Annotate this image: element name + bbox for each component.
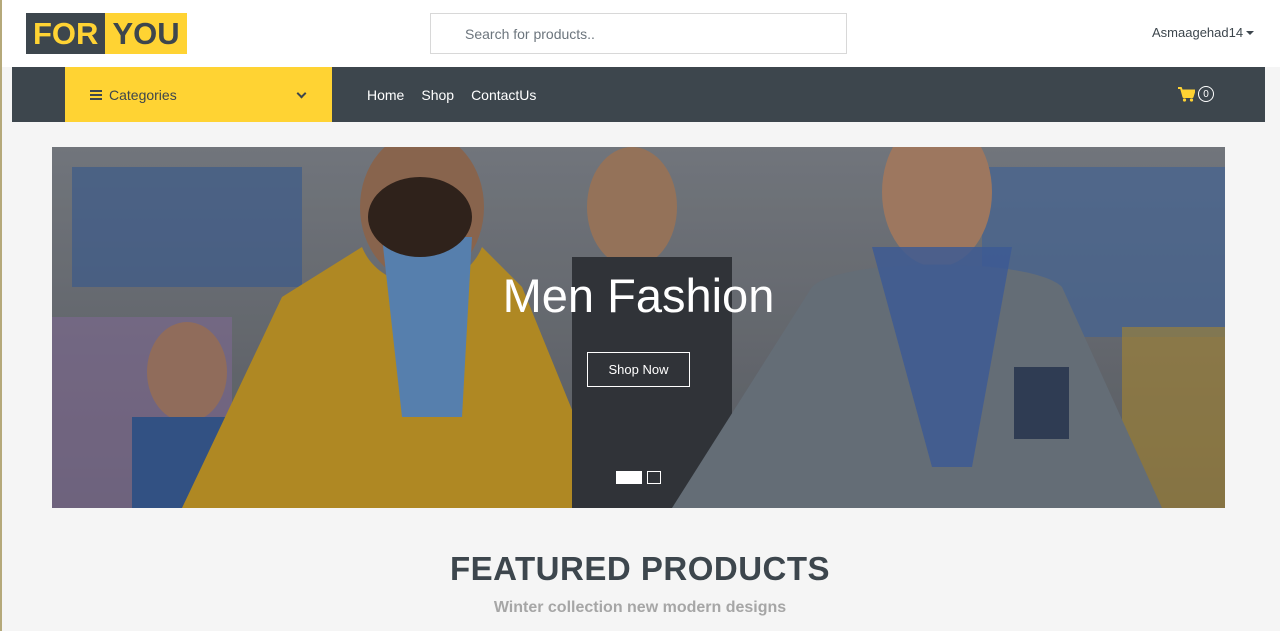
categories-label: Categories — [109, 86, 177, 103]
nav-links: Home Shop ContactUs — [367, 67, 536, 122]
nav-link-home[interactable]: Home — [367, 87, 404, 103]
brand-logo[interactable]: FOR YOU — [26, 13, 187, 54]
cart-button[interactable]: 0 — [1178, 86, 1214, 102]
shopping-cart-icon — [1178, 86, 1195, 102]
menu-icon — [90, 89, 102, 100]
featured-products-title: FEATURED PRODUCTS — [449, 550, 831, 587]
window-edge — [0, 0, 2, 631]
featured-products-subtitle: Winter collection new modern designs — [493, 599, 787, 616]
hero-overlay — [52, 147, 1225, 508]
user-name: Asmaagehad14 — [1152, 25, 1244, 40]
shop-now-button[interactable]: Shop Now — [587, 352, 690, 387]
hero-title: Men Fashion — [502, 269, 775, 322]
main-navbar: Categories Home Shop ContactUs 0 — [12, 67, 1265, 122]
search-input[interactable] — [430, 13, 847, 54]
carousel-indicator-2[interactable] — [647, 471, 661, 484]
carousel-indicator-1[interactable] — [616, 471, 642, 484]
user-menu-toggle[interactable]: Asmaagehad14 — [1152, 25, 1255, 40]
nav-link-contactus[interactable]: ContactUs — [471, 87, 536, 103]
hero-carousel: Men Fashion Shop Now — [52, 147, 1225, 508]
top-header: FOR YOU Asmaagehad14 — [2, 0, 1280, 67]
cart-count-badge: 0 — [1198, 86, 1214, 102]
caret-down-icon — [1246, 31, 1255, 35]
categories-dropdown[interactable]: Categories — [65, 67, 332, 122]
chevron-down-icon — [296, 88, 307, 99]
brand-part-1: FOR — [26, 13, 106, 54]
brand-part-2: YOU — [105, 13, 187, 54]
nav-link-shop[interactable]: Shop — [421, 87, 454, 103]
